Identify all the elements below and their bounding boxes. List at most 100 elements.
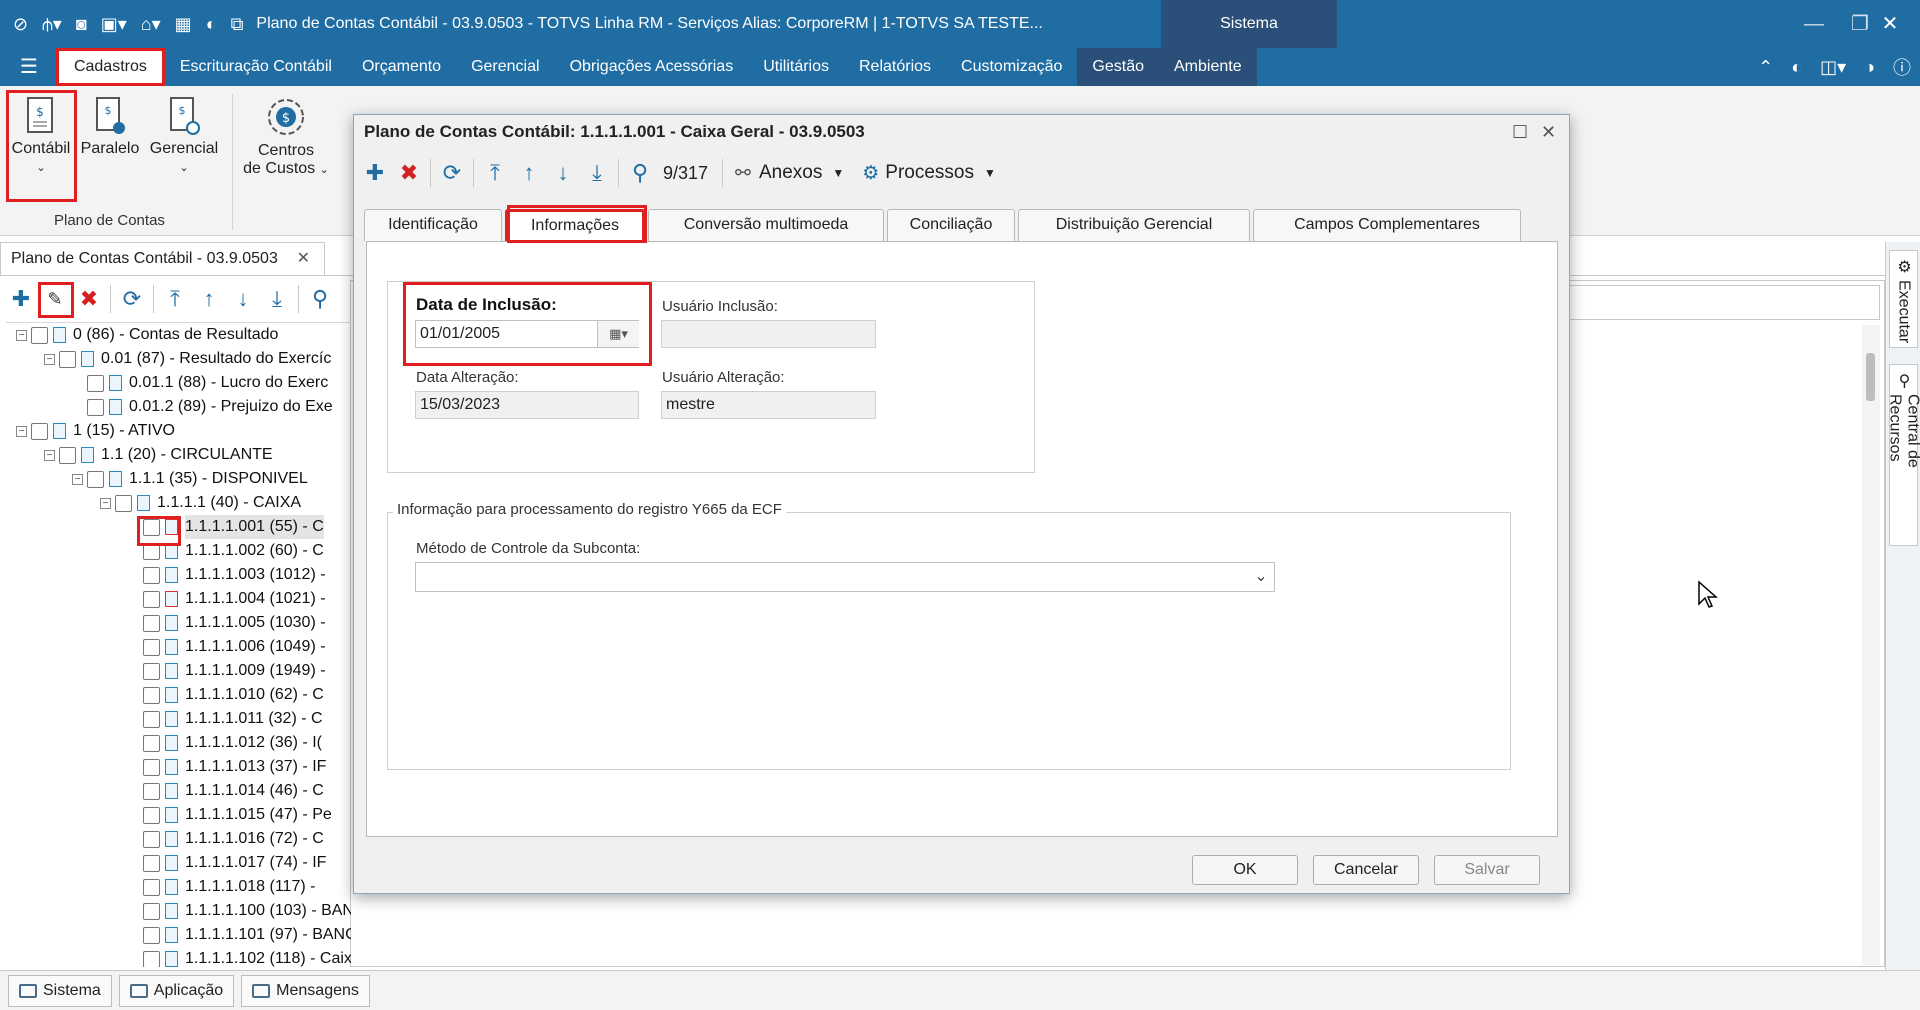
tree-row[interactable]: 1.1.1.1.006 (1049) - [128, 635, 326, 659]
tree-row[interactable]: 1.1.1.1.018 (117) - [128, 875, 315, 899]
executar-tab[interactable]: ⚙ Executar [1889, 250, 1918, 348]
salvar-button[interactable]: Salvar [1434, 855, 1540, 885]
chevron-down-icon[interactable]: ⌄ [1249, 564, 1273, 590]
app-menu-icon[interactable]: ☰ [0, 48, 52, 86]
tree-checkbox[interactable] [143, 734, 160, 752]
tree-row[interactable]: 1.1.1.1.002 (60) - C [128, 539, 324, 563]
layout-icon[interactable]: ▣▾ [94, 0, 134, 48]
tree-checkbox[interactable] [87, 398, 104, 416]
totvs-logo-icon[interactable]: ⊘ [6, 0, 35, 48]
tab-campos-complementares[interactable]: Campos Complementares [1253, 209, 1521, 241]
close-dialog-icon[interactable]: ✕ [1541, 115, 1556, 149]
tree-row[interactable]: − 1.1.1 (35) - DISPONIVEL [72, 467, 308, 491]
close-tab-icon[interactable]: ✕ [297, 243, 310, 275]
tree-checkbox[interactable] [143, 590, 160, 608]
tree-row[interactable]: 1.1.1.1.016 (72) - C [128, 827, 324, 851]
central-de-recursos-tab[interactable]: ⚲ Central de Recursos [1887, 364, 1920, 546]
tree-checkbox[interactable] [143, 638, 160, 656]
status-sistema-button[interactable]: Sistema [8, 974, 112, 1007]
tree-row[interactable]: 1.1.1.1.004 (1021) - [128, 587, 326, 611]
tree-row[interactable]: 1.1.1.1.011 (32) - C [128, 707, 323, 731]
tree-row[interactable]: 1.1.1.1.003 (1012) - [128, 563, 326, 587]
globe-icon[interactable]: ◐ [199, 0, 224, 48]
grid-scrollbar[interactable] [1862, 325, 1880, 965]
menu-obrigacoes-acessorias[interactable]: Obrigações Acessórias [555, 48, 749, 86]
tree-checkbox[interactable] [143, 614, 160, 632]
anexos-menu[interactable]: ⚯ Anexos ▼ [735, 162, 844, 185]
tree-checkbox[interactable] [143, 662, 160, 680]
help-globe-icon[interactable]: ◐ [1782, 57, 1811, 78]
paralelo-button[interactable]: $ Paralelo [80, 96, 140, 158]
tree-row[interactable]: 1.1.1.1.100 (103) - BANCO CONTA MOVIMENT… [128, 899, 351, 923]
tree-checkbox[interactable] [143, 926, 160, 944]
processos-menu[interactable]: ⚙ Processos ▼ [862, 162, 996, 185]
tree-row[interactable]: − 1.1 (20) - CIRCULANTE [44, 443, 273, 467]
menu-utilitarios[interactable]: Utilitários [748, 48, 844, 86]
calendar-dropdown-icon[interactable]: ▦▾ [597, 321, 639, 347]
tree-checkbox[interactable] [143, 950, 160, 967]
menu-customizacao[interactable]: Customização [946, 48, 1077, 86]
tree-row[interactable]: 1.1.1.1.015 (47) - Pe [128, 803, 332, 827]
status-mensagens-button[interactable]: Mensagens [241, 974, 370, 1007]
contabil-button[interactable]: $ Contábil ⌄ [8, 96, 74, 176]
tree-checkbox[interactable] [31, 326, 48, 344]
tree-checkbox[interactable] [143, 686, 160, 704]
menu-relatorios[interactable]: Relatórios [844, 48, 946, 86]
tree-row[interactable]: − 1 (15) - ATIVO [16, 419, 175, 443]
gerencial-button[interactable]: $ Gerencial ⌄ [148, 96, 220, 176]
status-aplicacao-button[interactable]: Aplicação [118, 974, 235, 1007]
system-tab[interactable]: Sistema [1161, 0, 1337, 48]
menu-ambiente[interactable]: Ambiente [1159, 48, 1257, 86]
tree-row[interactable]: 1.1.1.1.009 (1949) - [128, 659, 326, 683]
tree-checkbox[interactable] [143, 758, 160, 776]
menu-escrituracao-contabil[interactable]: Escrituração Contábil [165, 48, 347, 86]
search-icon[interactable]: ⚲ [303, 282, 337, 316]
tree-row[interactable]: 1.1.1.1.010 (62) - C [128, 683, 324, 707]
collapse-node-icon[interactable]: − [44, 449, 55, 461]
collapse-ribbon-icon[interactable]: ⌃ [1749, 57, 1782, 78]
cancelar-button[interactable]: Cancelar [1313, 855, 1419, 885]
tree-row[interactable]: − 0.01 (87) - Resultado do Exercíc [44, 347, 331, 371]
tree-checkbox[interactable] [143, 854, 160, 872]
maximize-dialog-icon[interactable]: ☐ [1512, 115, 1528, 149]
collapse-node-icon[interactable]: − [44, 353, 55, 365]
tab-identificacao[interactable]: Identificação [364, 209, 502, 241]
tab-conversao-multimoeda[interactable]: Conversão multimoeda [648, 209, 884, 241]
last-record-icon[interactable]: ⤓ [580, 156, 614, 190]
collapse-node-icon[interactable]: − [72, 473, 83, 485]
delete-icon[interactable]: ✖ [392, 156, 426, 190]
last-record-icon[interactable]: ⤓ [260, 282, 294, 316]
tree-row[interactable]: 1.1.1.1.014 (46) - C [128, 779, 324, 803]
tree-checkbox[interactable] [115, 494, 132, 512]
tree-row[interactable]: − 1.1.1.1 (40) - CAIXA [100, 491, 301, 515]
document-tab[interactable]: Plano de Contas Contábil - 03.9.0503 ✕ [0, 242, 325, 276]
collapse-node-icon[interactable]: − [16, 329, 27, 341]
add-icon[interactable]: ✚ [4, 282, 38, 316]
tree-checkbox[interactable] [31, 422, 48, 440]
tree-checkbox[interactable] [143, 902, 160, 920]
menu-gestao[interactable]: Gestão [1077, 48, 1159, 86]
tree-row[interactable]: 0.01.1 (88) - Lucro do Exerc [72, 371, 328, 395]
tree-checkbox[interactable] [87, 470, 104, 488]
window-layout-icon[interactable]: ◫▾ [1811, 57, 1855, 78]
tree-checkbox[interactable] [59, 446, 76, 464]
add-icon[interactable]: ✚ [358, 156, 392, 190]
menu-cadastros[interactable]: Cadastros [55, 48, 165, 86]
tab-informacoes[interactable]: Informações [505, 209, 645, 243]
tree-row[interactable]: 1.1.1.1.005 (1030) - [128, 611, 326, 635]
first-record-icon[interactable]: ⤒ [478, 156, 512, 190]
menu-gerencial[interactable]: Gerencial [456, 48, 554, 86]
next-record-icon[interactable]: ↓ [546, 156, 580, 190]
centros-de-custos-button[interactable]: $ Centros de Custos ⌄ [240, 96, 332, 178]
support-icon[interactable]: ◑ [1855, 57, 1884, 78]
ok-button[interactable]: OK [1192, 855, 1298, 885]
tree-checkbox[interactable] [143, 830, 160, 848]
tree-row[interactable]: − 0 (86) - Contas de Resultado [16, 323, 278, 347]
scrollbar-thumb[interactable] [1866, 353, 1875, 401]
tree-checkbox[interactable] [59, 350, 76, 368]
tree-checkbox[interactable] [143, 878, 160, 896]
menu-orcamento[interactable]: Orçamento [347, 48, 456, 86]
tree-row[interactable]: 1.1.1.1.001 (55) - C [128, 515, 324, 539]
next-record-icon[interactable]: ↓ [226, 282, 260, 316]
tree-checkbox[interactable] [143, 782, 160, 800]
